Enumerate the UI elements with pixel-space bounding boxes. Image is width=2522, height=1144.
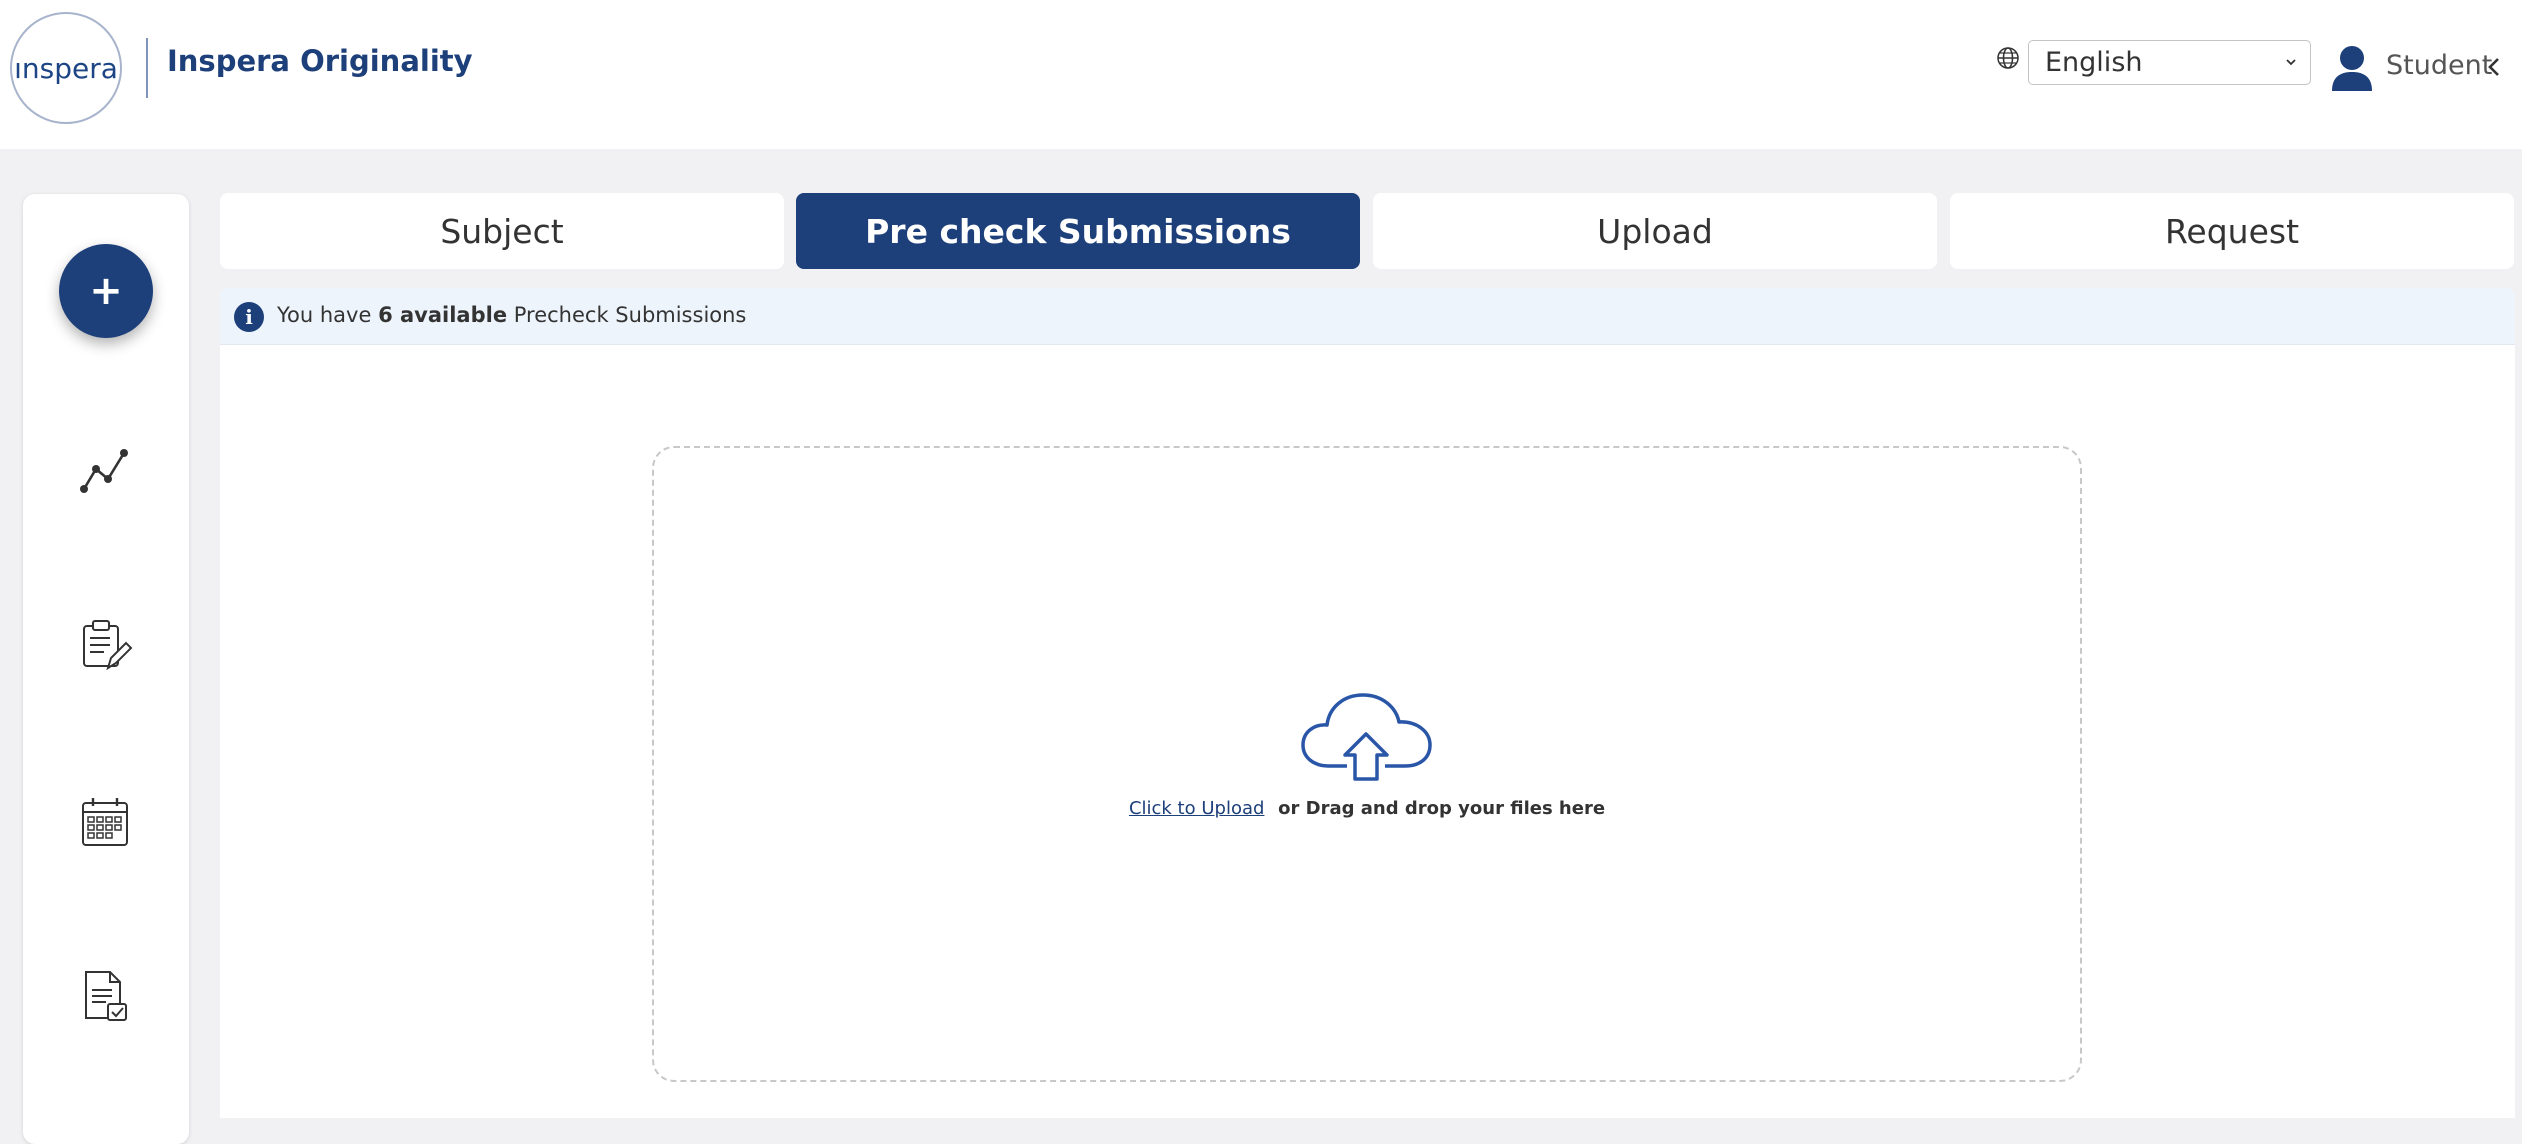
app-header: ınspera Inspera Originality English Stud…	[0, 0, 2522, 149]
file-dropzone[interactable]: Click to Upload or Drag and drop your fi…	[652, 446, 2082, 1082]
tab-request[interactable]: Request	[1950, 193, 2514, 269]
click-to-upload-link[interactable]: Click to Upload	[1129, 798, 1264, 819]
calendar-icon[interactable]	[78, 794, 134, 850]
info-message: You have 6 available Precheck Submission…	[277, 303, 747, 327]
plus-icon: +	[89, 268, 123, 314]
document-check-icon[interactable]	[78, 968, 134, 1024]
tab-label: Request	[2164, 211, 2300, 251]
info-banner: i You have 6 available Precheck Submissi…	[220, 288, 2515, 345]
analytics-icon[interactable]	[78, 443, 134, 499]
tab-subject[interactable]: Subject	[220, 193, 784, 269]
content-panel: i You have 6 available Precheck Submissi…	[220, 288, 2515, 1118]
available-count: 6 available	[378, 303, 508, 327]
user-role-label[interactable]: Student	[2386, 50, 2492, 81]
user-icon[interactable]	[2330, 45, 2374, 91]
language-select[interactable]: English	[2028, 40, 2311, 85]
sidebar: +	[23, 194, 189, 1144]
language-selected: English	[2045, 47, 2143, 78]
drag-drop-text: or Drag and drop your files here	[1278, 798, 1606, 819]
globe-icon	[1997, 47, 2019, 69]
clipboard-edit-icon[interactable]	[78, 618, 134, 674]
upload-instructions: Click to Upload or Drag and drop your fi…	[654, 798, 2080, 819]
logo-text: ınspera	[14, 51, 118, 85]
tab-label: Subject	[440, 211, 564, 251]
chevron-left-icon[interactable]	[2486, 56, 2502, 78]
tab-label: Pre check Submissions	[865, 211, 1291, 251]
chevron-down-icon	[2286, 59, 2296, 66]
info-icon: i	[234, 302, 264, 332]
tab-pre-check-submissions[interactable]: Pre check Submissions	[796, 193, 1360, 269]
tab-label: Upload	[1597, 211, 1713, 251]
logo-divider	[146, 38, 148, 98]
inspera-logo[interactable]: ınspera	[10, 12, 122, 124]
app-title: Inspera Originality	[167, 44, 473, 78]
tab-upload[interactable]: Upload	[1373, 193, 1937, 269]
add-button[interactable]: +	[59, 244, 153, 338]
cloud-upload-icon	[1301, 693, 1432, 781]
